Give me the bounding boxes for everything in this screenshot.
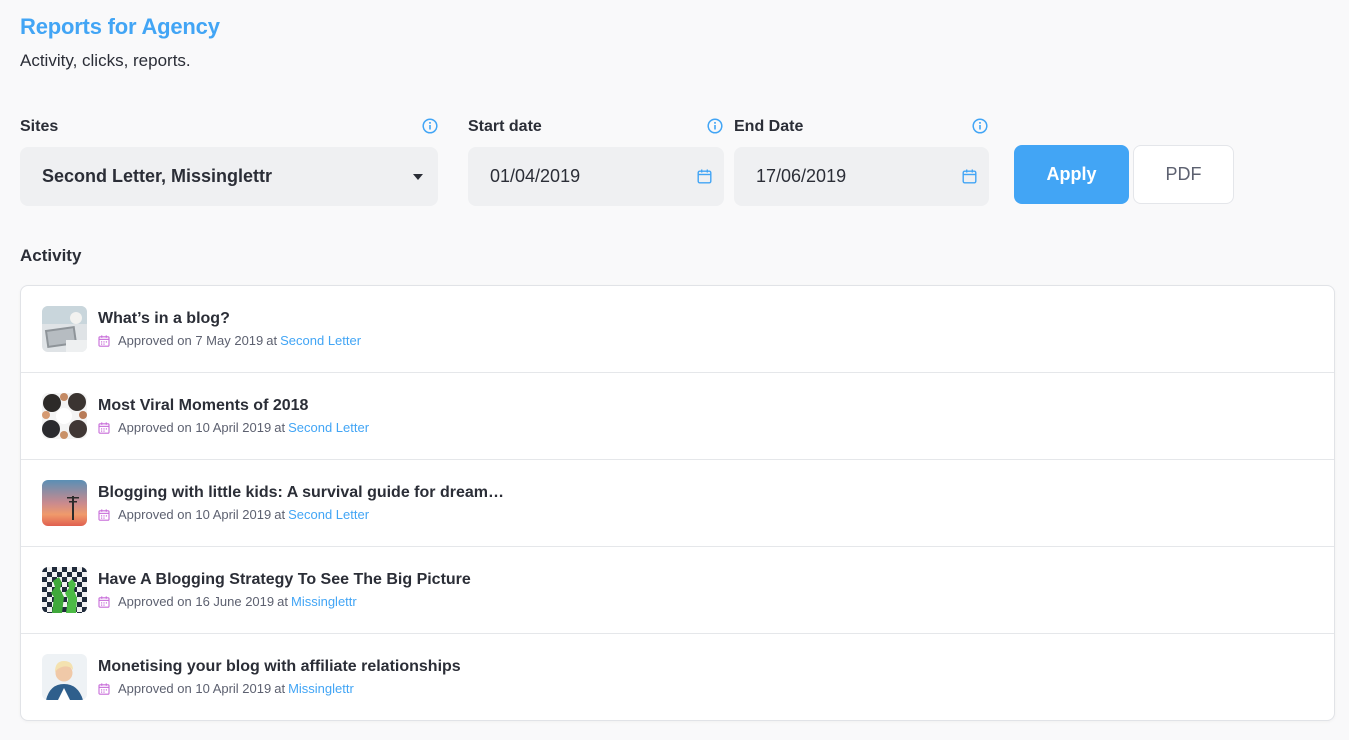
- start-date-info-icon[interactable]: [707, 118, 723, 134]
- calendar-icon[interactable]: [684, 169, 724, 184]
- site-link[interactable]: Missinglettr: [288, 681, 354, 696]
- at-text: at: [266, 333, 278, 348]
- activity-item[interactable]: Have A Blogging Strategy To See The Big …: [21, 547, 1334, 634]
- end-date-label: End Date: [734, 118, 804, 135]
- dropdown-caret-icon: [398, 173, 438, 180]
- calendar-icon[interactable]: [949, 169, 989, 184]
- sites-select-value: Second Letter, Missinglettr: [42, 166, 273, 186]
- page-title: Reports for Agency: [20, 14, 220, 39]
- page-subtitle: Activity, clicks, reports.: [20, 51, 191, 70]
- at-text: at: [274, 420, 286, 435]
- post-title[interactable]: Blogging with little kids: A survival gu…: [98, 484, 504, 502]
- site-link[interactable]: Missinglettr: [291, 594, 357, 609]
- at-text: at: [274, 681, 286, 696]
- activity-item[interactable]: Blogging with little kids: A survival gu…: [21, 460, 1334, 547]
- pdf-button[interactable]: PDF: [1133, 145, 1234, 204]
- calendar-small-icon: [98, 682, 110, 695]
- reports-page: Reports for Agency Activity, clicks, rep…: [0, 0, 1349, 740]
- post-thumbnail: [42, 393, 87, 439]
- post-meta: Approved on 7 May 2019 at Second Letter: [98, 333, 361, 348]
- site-link[interactable]: Second Letter: [288, 507, 369, 522]
- post-meta: Approved on 10 April 2019 at Missinglett…: [98, 681, 354, 696]
- start-date-value: 01/04/2019: [490, 166, 581, 186]
- post-thumbnail: [42, 567, 87, 613]
- approved-text: Approved on 10 April 2019: [118, 507, 272, 522]
- at-text: at: [274, 507, 286, 522]
- post-meta: Approved on 16 June 2019 at Missinglettr: [98, 594, 357, 609]
- post-thumbnail: [42, 306, 87, 352]
- activity-list: What’s in a blog? Approved on 7 May 2019…: [20, 285, 1335, 721]
- activity-item[interactable]: What’s in a blog? Approved on 7 May 2019…: [21, 286, 1334, 373]
- end-date-value: 17/06/2019: [756, 166, 847, 186]
- approved-text: Approved on 7 May 2019: [118, 333, 264, 348]
- activity-item[interactable]: Monetising your blog with affiliate rela…: [21, 634, 1334, 720]
- post-title[interactable]: What’s in a blog?: [98, 310, 230, 328]
- site-link[interactable]: Second Letter: [288, 420, 369, 435]
- activity-item[interactable]: Most Viral Moments of 2018 Approved on 1…: [21, 373, 1334, 460]
- activity-section-title: Activity: [20, 246, 82, 265]
- post-thumbnail: [42, 654, 87, 700]
- sites-label: Sites: [20, 118, 59, 135]
- calendar-small-icon: [98, 334, 110, 347]
- site-link[interactable]: Second Letter: [280, 333, 361, 348]
- post-title[interactable]: Most Viral Moments of 2018: [98, 397, 308, 415]
- calendar-small-icon: [98, 421, 110, 434]
- approved-text: Approved on 16 June 2019: [118, 594, 275, 609]
- calendar-small-icon: [98, 595, 110, 608]
- sites-select[interactable]: Second Letter, Missinglettr: [20, 147, 438, 206]
- post-meta: Approved on 10 April 2019 at Second Lett…: [98, 507, 369, 522]
- post-title[interactable]: Monetising your blog with affiliate rela…: [98, 658, 461, 676]
- end-date-info-icon[interactable]: [972, 118, 988, 134]
- post-meta: Approved on 10 April 2019 at Second Lett…: [98, 420, 369, 435]
- sites-info-icon[interactable]: [422, 118, 438, 134]
- at-text: at: [277, 594, 288, 609]
- start-date-label: Start date: [468, 118, 542, 135]
- end-date-input[interactable]: 17/06/2019: [734, 147, 989, 206]
- apply-button[interactable]: Apply: [1014, 145, 1129, 204]
- post-thumbnail: [42, 480, 87, 526]
- approved-text: Approved on 10 April 2019: [118, 420, 272, 435]
- post-title[interactable]: Have A Blogging Strategy To See The Big …: [98, 571, 471, 589]
- calendar-small-icon: [98, 508, 110, 521]
- approved-text: Approved on 10 April 2019: [118, 681, 272, 696]
- start-date-input[interactable]: 01/04/2019: [468, 147, 724, 206]
